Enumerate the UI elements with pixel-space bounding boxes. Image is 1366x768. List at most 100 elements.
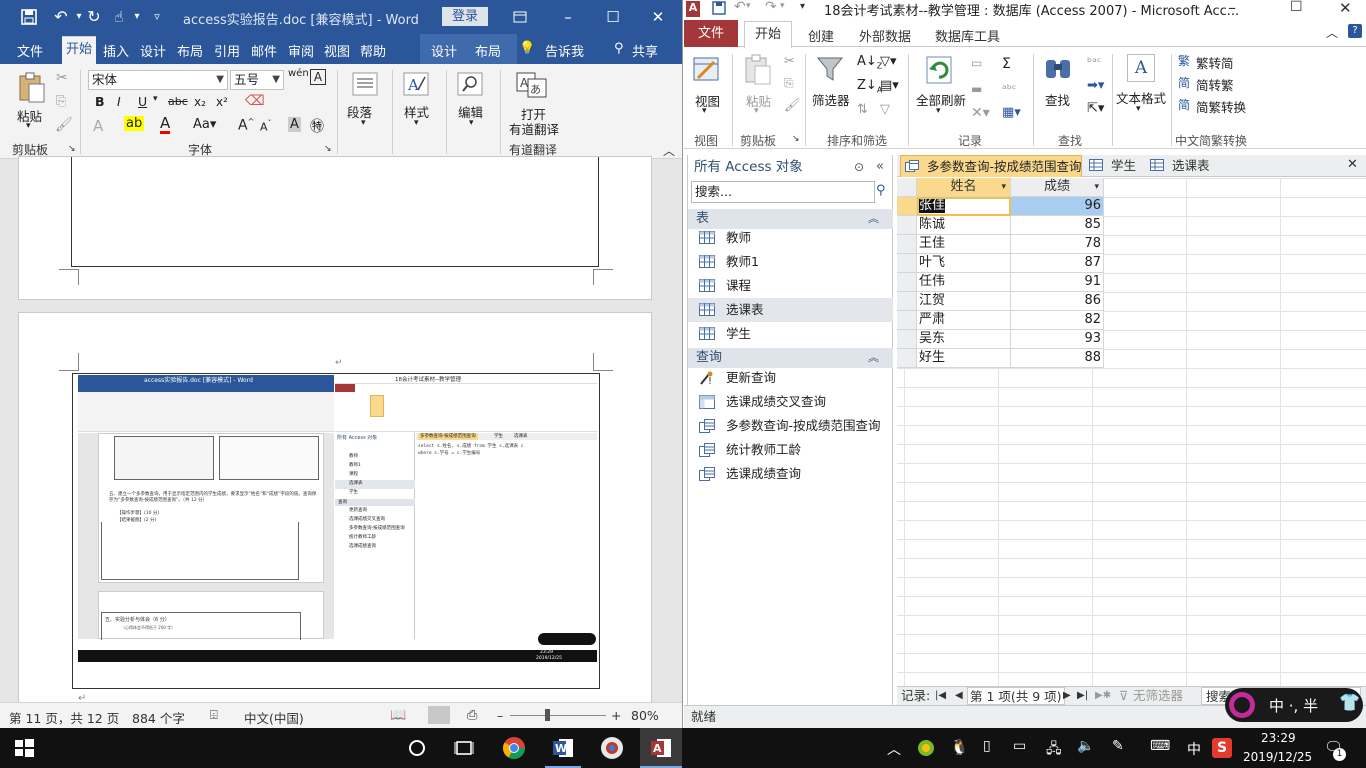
text-effects-icon[interactable]: A <box>93 117 103 135</box>
cell-name[interactable]: 王佳 <box>917 235 1011 254</box>
find-button[interactable]: 查找 <box>1045 90 1070 109</box>
font-color-icon[interactable]: A <box>160 116 171 134</box>
cell-name[interactable]: 好生 <box>917 349 1011 368</box>
battery-icon[interactable]: ▭ <box>1013 738 1026 754</box>
cut-icon[interactable]: ✂ <box>56 70 68 86</box>
tab-table-design[interactable]: 设计 <box>431 41 457 60</box>
zoom-thumb[interactable] <box>545 709 550 721</box>
cell-score[interactable]: 78 <box>1011 235 1104 254</box>
current-record-field[interactable]: 第 1 项(共 9 项) <box>967 687 1065 705</box>
cell-name[interactable]: 张佳 <box>917 197 1011 216</box>
zoom-out-icon[interactable]: – <box>497 708 503 723</box>
filter-icon[interactable] <box>815 54 845 84</box>
touch-mode-icon[interactable]: ☝ <box>110 8 128 26</box>
tab-help[interactable]: 帮助 <box>360 41 386 60</box>
row-selector[interactable] <box>897 273 917 292</box>
clipboard-launcher-icon[interactable]: ↘ <box>792 134 800 144</box>
nav-table-item[interactable]: 学生 <box>688 322 893 346</box>
paste-dropdown-icon[interactable]: ▾ <box>26 121 31 131</box>
tab-view[interactable]: 视图 <box>324 41 350 60</box>
nav-pane-header[interactable]: 所有 Access 对象 ⊙ « <box>688 155 893 179</box>
show-hidden-icons[interactable]: ︿ <box>887 739 901 759</box>
cell-name[interactable]: 严肃 <box>917 311 1011 330</box>
spelling-icon[interactable]: ᵃᵇᶜ <box>1002 82 1016 96</box>
language-status[interactable]: 中文(中国) <box>244 708 304 727</box>
tab-create[interactable]: 创建 <box>808 26 834 45</box>
font-name-combo[interactable]: 宋体 ▼ <box>88 70 228 90</box>
strikethrough-icon[interactable]: abc <box>168 95 188 108</box>
zoom-level[interactable]: 80% <box>631 708 659 723</box>
tab-file[interactable]: 文件 <box>684 20 738 47</box>
more-records-icon[interactable]: ▦▾ <box>1002 105 1021 120</box>
save-icon[interactable] <box>20 8 38 26</box>
nav-table-item[interactable]: 选课表 <box>688 298 893 322</box>
simp-trad-convert-button[interactable]: 简繁转换 <box>1196 97 1246 116</box>
search-icon[interactable]: ⚲ <box>876 183 886 198</box>
cut-icon[interactable]: ✂ <box>784 54 795 69</box>
nav-query-item[interactable]: 多参数查询-按成绩范围查询 <box>688 414 893 438</box>
paragraph-icon[interactable] <box>352 72 378 96</box>
new-record-icon[interactable]: ▭ <box>971 56 982 70</box>
view-button[interactable]: 视图 <box>695 91 720 110</box>
doctab-course-selection[interactable]: 选课表 <box>1148 155 1218 177</box>
refresh-dropdown-icon[interactable]: ▾ <box>936 106 941 116</box>
row-selector[interactable] <box>897 349 917 368</box>
nav-query-item[interactable]: ! 更新查询 <box>688 366 893 390</box>
nav-search-input[interactable]: 搜索... <box>691 181 875 203</box>
cell-score[interactable]: 86 <box>1011 292 1104 311</box>
simp-to-trad-button[interactable]: 简转繁 <box>1196 75 1234 94</box>
subscript-icon[interactable]: x₂ <box>194 95 206 109</box>
help-icon[interactable]: ? <box>1348 24 1362 38</box>
ribbon-display-icon[interactable] <box>509 6 531 28</box>
row-selector[interactable] <box>897 292 917 311</box>
open-translate-line2[interactable]: 有道翻译 <box>509 119 559 138</box>
clear-format-icon[interactable]: ⌫ <box>245 93 265 109</box>
tab-file[interactable]: 文件 <box>17 41 43 60</box>
clock-time[interactable]: 23:29 <box>1261 731 1296 745</box>
replace-icon[interactable]: ᵇᵃᶜ <box>1087 55 1101 69</box>
paste-icon[interactable] <box>744 54 772 86</box>
save-icon[interactable] <box>712 1 726 15</box>
next-record-icon[interactable]: ▶ <box>1063 687 1071 705</box>
styles-dropdown-icon[interactable]: ▾ <box>414 118 419 128</box>
nav-table-item[interactable]: 教师 <box>688 226 893 250</box>
keyboard-icon[interactable]: ⌨ <box>1150 738 1170 754</box>
filter-status-icon[interactable]: ⊽ <box>1119 687 1128 705</box>
nav-query-item[interactable]: 统计教师工龄 <box>688 438 893 462</box>
cell-name[interactable]: 叶飞 <box>917 254 1011 273</box>
row-selector[interactable] <box>897 235 917 254</box>
column-filter-icon[interactable]: ▾ <box>1094 178 1099 196</box>
format-painter-icon[interactable]: 🖌 <box>55 117 73 133</box>
customize-qat-icon[interactable]: ▾ <box>800 1 805 12</box>
cell-score[interactable]: 85 <box>1011 216 1104 235</box>
cell-score[interactable]: 96 <box>1011 197 1104 216</box>
chrome-icon[interactable] <box>502 736 526 760</box>
youdao-translate-icon[interactable]: Aあ <box>516 72 548 98</box>
cell-name[interactable]: 陈诚 <box>917 216 1011 235</box>
volume-icon[interactable]: 🔈 <box>1077 738 1094 754</box>
change-case-icon[interactable]: Aa▾ <box>193 117 216 132</box>
sort-descending-icon[interactable]: Z↓A <box>857 78 882 95</box>
char-border-icon[interactable]: A <box>310 69 326 85</box>
row-selector[interactable] <box>897 311 917 330</box>
cell-score[interactable]: 82 <box>1011 311 1104 330</box>
cell-score[interactable]: 87 <box>1011 254 1104 273</box>
advanced-filter-icon[interactable]: ▤▾ <box>880 78 899 93</box>
simp-to-trad-icon[interactable]: 简 <box>1178 74 1190 91</box>
enclose-char-icon[interactable]: ㊕ <box>310 116 324 136</box>
tab-home[interactable]: 开始 <box>744 21 792 48</box>
select-icon[interactable]: ⇱▾ <box>1087 101 1104 116</box>
doctab-multi-param-query[interactable]: 多参数查询-按成绩范围查询 <box>900 155 1082 177</box>
start-icon[interactable] <box>12 736 36 760</box>
refresh-all-icon[interactable] <box>924 54 956 86</box>
tab-references[interactable]: 引用 <box>214 41 240 60</box>
login-button[interactable]: 登录 <box>442 7 488 26</box>
convert-icon[interactable]: 简 <box>1178 96 1190 113</box>
column-header-name[interactable]: 姓名 ▾ <box>917 178 1011 197</box>
doctab-students[interactable]: 学生 <box>1087 155 1143 177</box>
zoom-slider[interactable] <box>510 715 606 716</box>
last-record-icon[interactable]: ▶| <box>1077 687 1088 705</box>
tray-app-icon[interactable] <box>916 738 936 758</box>
shrink-font-icon[interactable]: Aˇ <box>260 119 272 134</box>
web-layout-icon[interactable]: ⎙ <box>467 708 477 723</box>
